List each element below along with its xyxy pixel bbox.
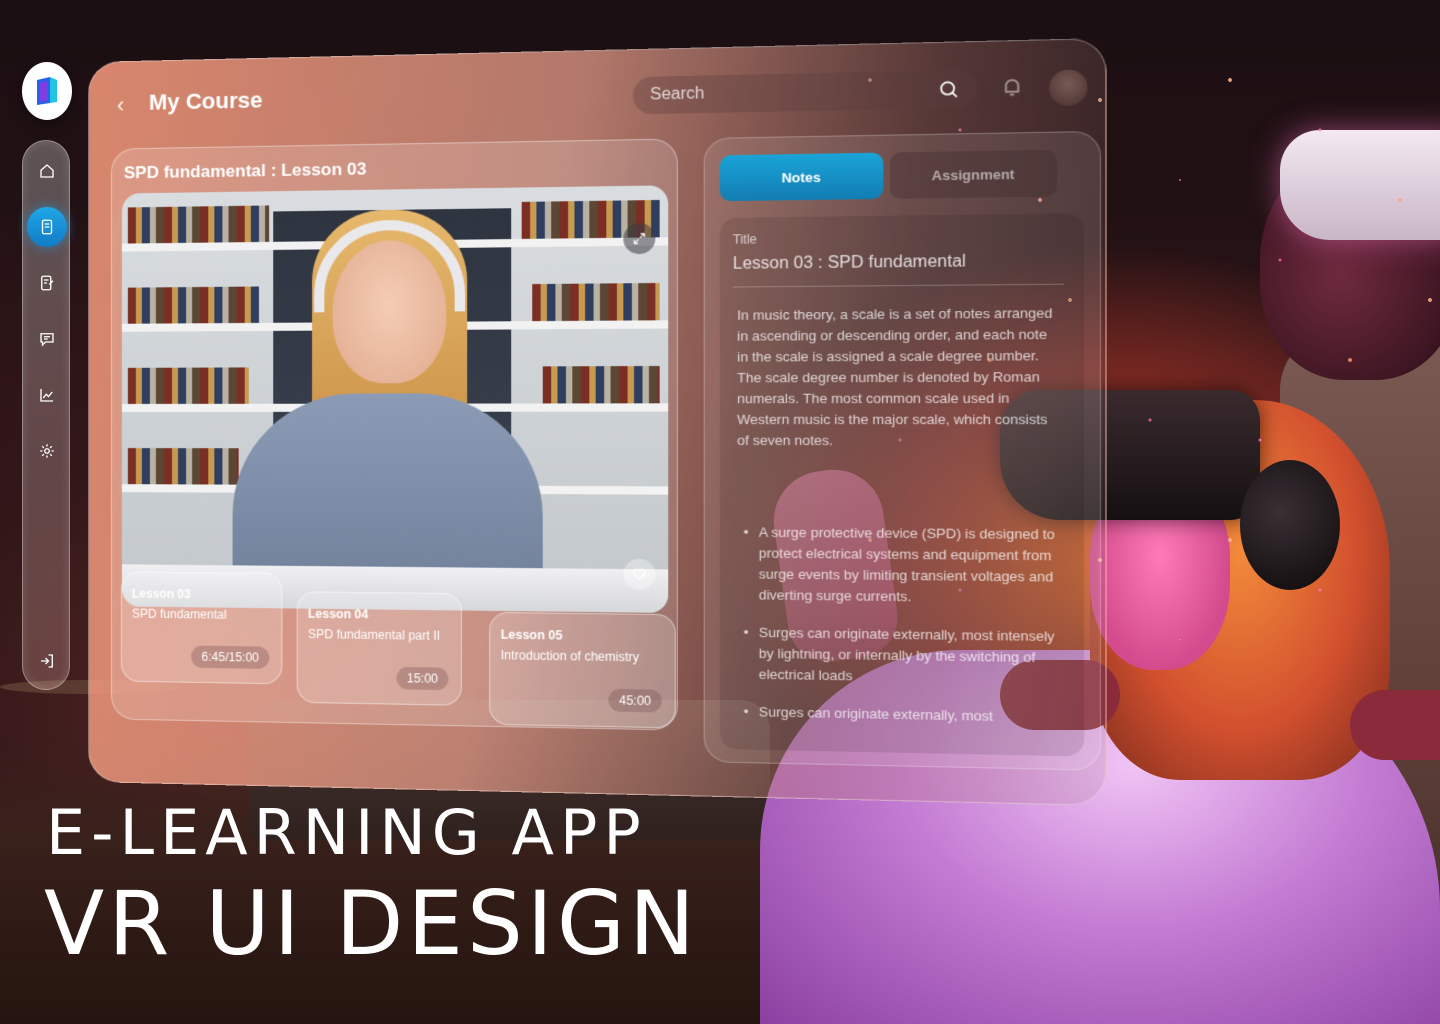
books (127, 367, 249, 404)
note-title-label: Title (732, 232, 757, 247)
list-item: A surge protective device (SPD) is desig… (741, 522, 1061, 609)
books (127, 205, 270, 244)
books (127, 286, 259, 324)
lesson-card-04[interactable]: Lesson 04 SPD fundamental part II 15:00 (296, 591, 462, 706)
man-hand-right (1350, 690, 1440, 760)
search-input[interactable] (632, 69, 978, 115)
chat-icon[interactable] (27, 319, 67, 359)
divider (732, 283, 1064, 288)
note-bullets: A surge protective device (SPD) is desig… (741, 522, 1061, 745)
home-icon[interactable] (27, 151, 67, 191)
note-paragraph: In music theory, a scale is a set of not… (737, 305, 1053, 449)
headline-line-1: E-LEARNING APP (46, 796, 647, 869)
video-player[interactable] (121, 185, 669, 614)
notes-card: Notes Assignment Title Lesson 03 : SPD f… (703, 130, 1101, 771)
list-item: Surges can originate externally, most (741, 702, 1061, 729)
chart-icon[interactable] (27, 375, 67, 415)
lesson-name: SPD fundamental part II (307, 626, 441, 643)
lesson-card-03[interactable]: Lesson 03 SPD fundamental 6:45/15:00 (120, 571, 283, 685)
page-title: My Course (148, 87, 263, 115)
book-icon[interactable] (27, 207, 67, 247)
tab-notes[interactable]: Notes (719, 152, 884, 202)
gear-icon[interactable] (27, 431, 67, 471)
lesson-number: Lesson 03 (131, 586, 191, 602)
sidebar (22, 140, 70, 690)
lesson-duration: 45:00 (608, 688, 662, 713)
books (532, 282, 660, 322)
lesson-number: Lesson 05 (500, 627, 563, 643)
lesson-duration: 15:00 (396, 666, 449, 691)
chevron-left-icon[interactable]: ‹ (117, 92, 124, 118)
books (542, 365, 660, 404)
bell-icon[interactable] (1000, 75, 1025, 104)
lesson-name: Introduction of chemistry (500, 647, 640, 665)
note-body: Title Lesson 03 : SPD fundamental In mus… (719, 213, 1085, 757)
video-title: SPD fundamental : Lesson 03 (123, 159, 367, 183)
books (127, 448, 239, 485)
logout-icon[interactable] (27, 641, 67, 681)
search-icon[interactable] (937, 78, 959, 105)
note-title: Lesson 03 : SPD fundamental (732, 252, 966, 273)
lesson-name: SPD fundamental (131, 606, 227, 622)
lesson-number: Lesson 04 (307, 606, 369, 622)
heart-icon[interactable] (623, 558, 656, 591)
lesson-card-05[interactable]: Lesson 05 Introduction of chemistry 45:0… (489, 611, 676, 729)
app-logo-icon[interactable] (22, 62, 72, 120)
avatar[interactable] (1049, 69, 1088, 107)
tab-assignment[interactable]: Assignment (889, 149, 1057, 199)
expand-icon[interactable] (623, 222, 656, 255)
headline-line-2: VR UI DESIGN (44, 872, 699, 975)
main-panel: ‹ My Course SPD fundamental : Lesson 03 (88, 37, 1107, 807)
notes-icon[interactable] (27, 263, 67, 303)
lesson-duration: 6:45/15:00 (191, 645, 270, 669)
list-item: Surges can originate externally, most in… (741, 622, 1061, 690)
